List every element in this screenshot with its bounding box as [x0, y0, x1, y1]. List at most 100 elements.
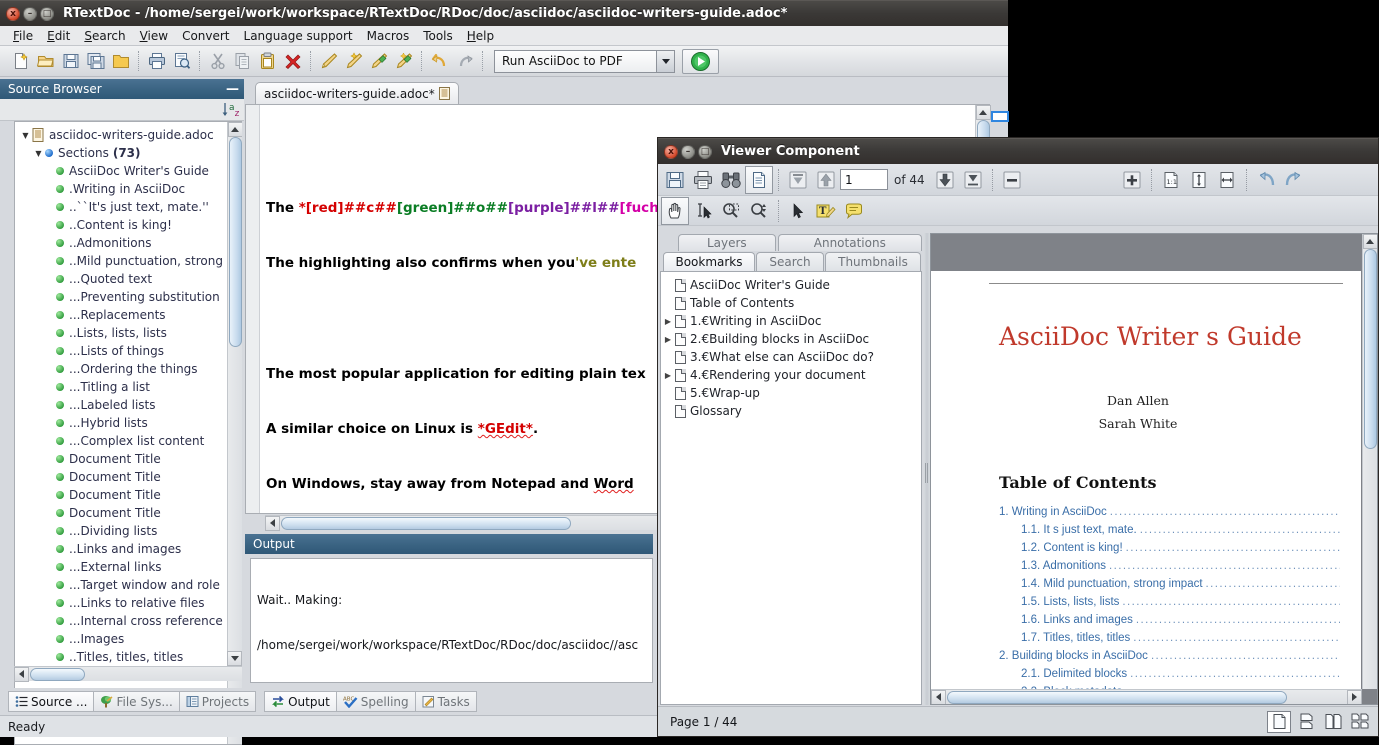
tree-item[interactable]: Document Title [15, 504, 242, 522]
pdf-toc-row[interactable]: 1.5. Lists, lists, lists................… [999, 596, 1343, 608]
chevron-right-icon[interactable]: ▶ [661, 371, 675, 380]
tree-item[interactable]: ...Internal cross reference [15, 612, 242, 630]
scroll-up-button[interactable] [975, 105, 991, 120]
minimize-icon[interactable]: – [23, 6, 37, 21]
close-icon[interactable]: x [6, 6, 20, 21]
previous-page-icon[interactable] [812, 166, 840, 194]
scroll-up-button[interactable] [1362, 234, 1377, 249]
pdf-toc-row[interactable]: 1.1. It s just text, mate. .............… [999, 524, 1343, 536]
tree-item[interactable]: ..Content is king! [15, 216, 242, 234]
tree-item[interactable]: ...Titling a list [15, 378, 242, 396]
chevron-down-icon[interactable]: ▼ [19, 131, 32, 140]
tree-item[interactable]: ..Links and images [15, 540, 242, 558]
scroll-thumb[interactable] [228, 137, 242, 347]
run-button[interactable] [682, 48, 719, 74]
hscroll-thumb[interactable] [947, 690, 1287, 704]
chevron-right-icon[interactable]: ▶ [661, 335, 675, 344]
tree-scroll-down-button[interactable] [227, 651, 242, 666]
tree-item[interactable]: ..Admonitions [15, 234, 242, 252]
next-page-icon[interactable] [931, 166, 959, 194]
tree-item[interactable]: Document Title [15, 450, 242, 468]
page-number-input[interactable]: 1 [840, 169, 888, 190]
pdf-toc-row[interactable]: 1.2. Content is king!...................… [999, 542, 1343, 554]
convert-action-select[interactable]: Run AsciiDoc to PDF [494, 49, 675, 73]
tree-item[interactable]: ...Quoted text [15, 270, 242, 288]
undo-icon[interactable] [427, 49, 452, 74]
bottom-tab-projects[interactable]: Projects [178, 691, 257, 712]
last-page-icon[interactable] [959, 166, 987, 194]
fit-width-icon[interactable] [1213, 166, 1241, 194]
print-icon[interactable] [689, 166, 717, 194]
rotate-left-icon[interactable] [1252, 166, 1280, 194]
binoculars-icon[interactable] [717, 166, 745, 194]
pdf-toc-row[interactable]: 1.3. Admonitions........................… [999, 560, 1343, 572]
bookmark-row[interactable]: AsciiDoc Writer's Guide [661, 276, 921, 294]
save-icon[interactable] [58, 49, 83, 74]
copy-icon[interactable] [230, 49, 255, 74]
tree-hscroll[interactable] [14, 666, 242, 682]
actual-size-icon[interactable]: 1:1 [1157, 166, 1185, 194]
pdf-toc-row[interactable]: 1.4. Mild punctuation, strong impact....… [999, 578, 1343, 590]
arrow-select-icon[interactable] [784, 197, 812, 225]
scroll-thumb[interactable] [1363, 249, 1377, 449]
bottom-tab-tasks[interactable]: Tasks [414, 691, 477, 712]
pdf-toc-row[interactable]: 1. Writing in AsciiDoc..................… [999, 506, 1343, 518]
print-preview-icon[interactable] [169, 49, 194, 74]
menu-macros[interactable]: Macros [360, 28, 417, 44]
highlight-all-icon[interactable] [391, 49, 416, 74]
text-annotation-icon[interactable]: T [812, 197, 840, 225]
cut-icon[interactable] [205, 49, 230, 74]
bottom-tab-spelling[interactable]: ABC Spelling [335, 691, 416, 712]
maximize-icon[interactable]: □ [698, 144, 712, 159]
close-icon[interactable]: x [664, 144, 678, 159]
highlight-icon[interactable] [366, 49, 391, 74]
tree-item[interactable]: .Writing in AsciiDoc [15, 180, 242, 198]
bookmark-row[interactable]: ▶ 4.€Rendering your document [661, 366, 921, 384]
bookmark-row[interactable]: Table of Contents [661, 294, 921, 312]
tree-item[interactable]: Document Title [15, 486, 242, 504]
scroll-right-button[interactable] [1347, 689, 1362, 704]
delete-icon[interactable] [280, 49, 305, 74]
save-all-icon[interactable] [83, 49, 108, 74]
tree-item[interactable]: ..Titles, titles, titles [15, 648, 242, 666]
sort-az-icon[interactable]: a z [221, 101, 241, 119]
tab-search[interactable]: Search [756, 252, 824, 271]
tree-item[interactable]: ...Target window and role [15, 576, 242, 594]
chevron-down-icon[interactable]: ▼ [32, 149, 45, 158]
pdf-toc-row[interactable]: 2. Building blocks in AsciiDoc..........… [999, 650, 1343, 662]
new-file-icon[interactable] [8, 49, 33, 74]
zoom-out-icon[interactable] [998, 166, 1026, 194]
tab-layers[interactable]: Layers [678, 234, 776, 251]
tree-item[interactable]: ..Mild punctuation, strong [15, 252, 242, 270]
chevron-down-icon[interactable] [656, 50, 674, 72]
tab-thumbnails[interactable]: Thumbnails [825, 252, 921, 271]
tree-item[interactable]: ...Labeled lists [15, 396, 242, 414]
menu-edit[interactable]: Edit [40, 28, 77, 44]
bookmark-row[interactable]: ▶ 1.€Writing in AsciiDoc [661, 312, 921, 330]
scroll-up-button[interactable] [227, 122, 242, 137]
bottom-tab-source[interactable]: Source ... [8, 691, 95, 712]
tree-item[interactable]: AsciiDoc Writer's Guide [15, 162, 242, 180]
menu-convert[interactable]: Convert [175, 28, 236, 44]
tree-item[interactable]: ...Images [15, 630, 242, 648]
bookmarks-panel[interactable]: AsciiDoc Writer's Guide Table of Contents… [660, 271, 922, 705]
document-properties-icon[interactable] [745, 165, 773, 194]
tree-root-row[interactable]: ▼ asciidoc-writers-guide.adoc [15, 126, 242, 144]
minimize-dock-icon[interactable]: — [226, 82, 239, 97]
spell-check-icon[interactable] [316, 49, 341, 74]
tree-item[interactable]: ...Preventing substitution [15, 288, 242, 306]
pdf-hscrollbar[interactable] [931, 689, 1362, 704]
bookmark-row[interactable]: 5.€Wrap-up [661, 384, 921, 402]
pan-hand-icon[interactable] [661, 196, 689, 225]
fit-page-icon[interactable] [1185, 166, 1213, 194]
tree-item[interactable]: ..``It's just text, mate.'' [15, 198, 242, 216]
bookmark-row[interactable]: ▶ 2.€Building blocks in AsciiDoc [661, 330, 921, 348]
tree-item[interactable]: ...Replacements [15, 306, 242, 324]
chevron-right-icon[interactable]: ▶ [661, 317, 675, 326]
tree-item[interactable]: Document Title [15, 468, 242, 486]
bottom-tab-file-system[interactable]: File Sys... [93, 691, 180, 712]
output-console[interactable]: Wait.. Making: /home/sergei/work/workspa… [250, 558, 653, 683]
facing-pages-layout-icon[interactable] [1321, 711, 1345, 733]
menu-search[interactable]: Search [77, 28, 132, 44]
comment-annotation-icon[interactable] [840, 197, 868, 225]
